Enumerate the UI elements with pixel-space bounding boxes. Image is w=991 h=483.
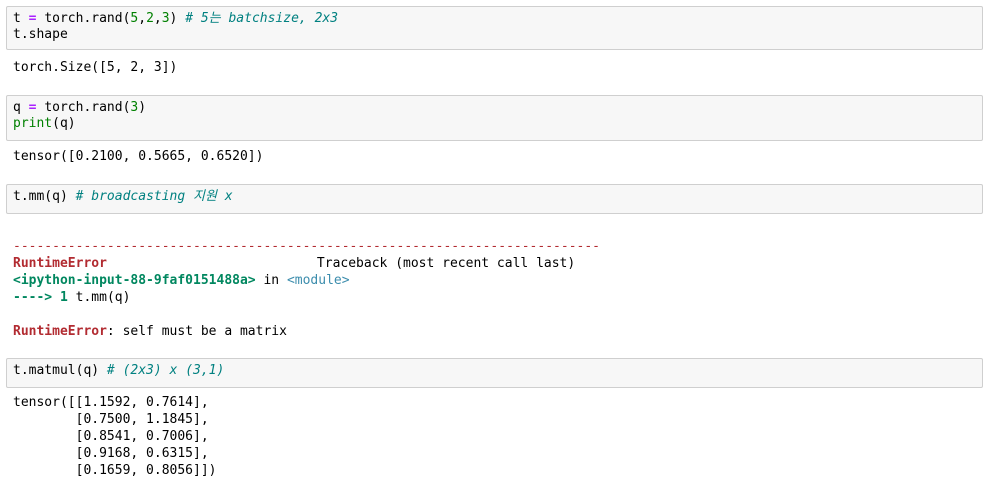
code-cell-3-error-output: ----------------------------------------… <box>13 221 600 340</box>
code-token: q <box>13 100 21 115</box>
code-token: , <box>138 11 147 26</box>
code-token: torch.rand( <box>44 11 131 26</box>
code-token: ) <box>138 100 147 115</box>
code-token: 3 <box>161 11 170 26</box>
code-token: = <box>28 11 37 26</box>
output-line: [0.9168, 0.6315], <box>13 446 209 461</box>
code-comment: # 5는 batchsize, 2x3 <box>185 11 339 26</box>
code-comment: # (2x3) x (3,1) <box>106 363 225 378</box>
traceback-code: (q) <box>106 290 131 305</box>
output-line: [0.1659, 0.8056]]) <box>13 463 217 478</box>
traceback-header: Traceback (most recent call last) <box>316 256 576 271</box>
code-cell-1-input[interactable]: t = torch.rand(5,2,3) # 5는 batchsize, 2x… <box>6 6 983 50</box>
code-comment: # broadcasting 지원 x <box>75 189 233 204</box>
traceback-separator: ----------------------------------------… <box>13 239 600 254</box>
code-token: t <box>13 11 21 26</box>
code-token: ) <box>169 11 178 26</box>
code-cell-2-output: tensor([0.2100, 0.5665, 0.6520]) <box>13 149 264 164</box>
code-token: torch.rand( <box>44 100 131 115</box>
code-token: t.mm(q) <box>13 189 68 204</box>
code-token: (q) <box>52 116 76 131</box>
code-builtin: print <box>13 116 53 131</box>
traceback-module: <module> <box>286 273 350 288</box>
code-token: 2 <box>146 11 154 26</box>
traceback-code: t.mm <box>75 290 107 305</box>
code-token: , <box>153 11 162 26</box>
output-line: tensor([[1.1592, 0.7614], <box>13 395 209 410</box>
error-message: : self must be a matrix <box>106 324 287 339</box>
code-cell-2-input[interactable]: q = torch.rand(3) print(q) <box>6 95 983 141</box>
traceback-arrow: ----> 1 <box>13 290 68 305</box>
traceback-location: <ipython-input-88-9faf0151488a> <box>13 273 256 288</box>
code-cell-4-input[interactable]: t.matmul(q) # (2x3) x (3,1) <box>6 358 983 388</box>
traceback-in: in <box>263 273 280 288</box>
code-token: = <box>28 100 37 115</box>
code-token: t.matmul(q) <box>13 363 100 378</box>
code-cell-4-output: tensor([[1.1592, 0.7614], [0.7500, 1.184… <box>13 394 217 479</box>
output-line: [0.8541, 0.7006], <box>13 429 209 444</box>
output-line: [0.7500, 1.1845], <box>13 412 209 427</box>
code-cell-1-output: torch.Size([5, 2, 3]) <box>13 60 178 75</box>
error-name: RuntimeError <box>13 324 107 339</box>
error-name: RuntimeError <box>13 256 107 271</box>
code-cell-3-input[interactable]: t.mm(q) # broadcasting 지원 x <box>6 184 983 214</box>
code-line: t.shape <box>13 27 68 42</box>
